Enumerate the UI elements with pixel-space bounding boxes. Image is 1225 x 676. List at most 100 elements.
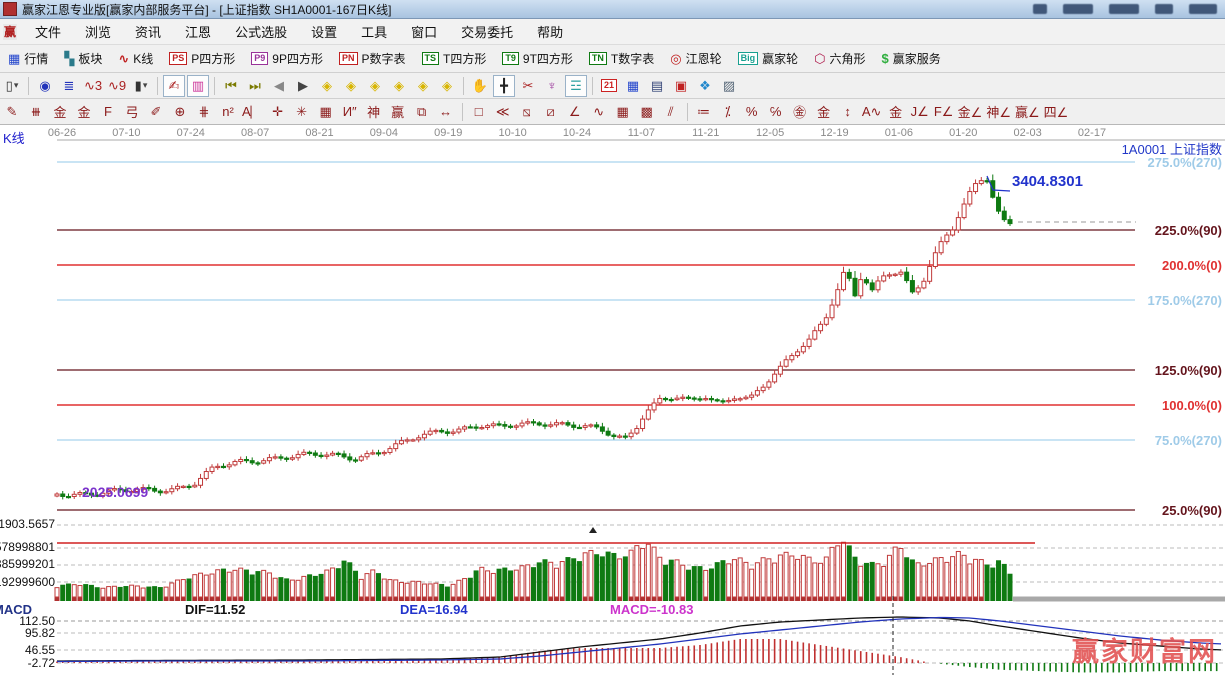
candle-style-dropdown-icon[interactable]: ▮ [130, 75, 152, 97]
wave-9-icon[interactable]: ∿9 [106, 75, 128, 97]
angle-lines-icon[interactable]: ∠ [564, 101, 586, 123]
angle-measure-icon[interactable]: ✂ [517, 75, 539, 97]
chart-area[interactable]: 06-26 07-10 07-24 08-07 08-21 09-04 09-19 10-10… [0, 125, 1225, 676]
restore-diamond-icon[interactable]: ◈ [436, 75, 458, 97]
menu-item-交易委托[interactable]: 交易委托 [449, 19, 525, 44]
comb-ruler-icon[interactable]: ⧻ [25, 101, 47, 123]
compass-circle-icon[interactable]: ⊕ [169, 101, 191, 123]
gold-circle-icon[interactable]: ㊎ [789, 101, 811, 123]
hash-ruler-icon[interactable]: ⋕ [193, 101, 215, 123]
gold-comb-1-icon[interactable]: 金 [49, 101, 71, 123]
ying-angle-icon[interactable]: 赢∠ [1014, 101, 1041, 123]
titlebar-link-icon[interactable] [1189, 4, 1217, 14]
menu-item-窗口[interactable]: 窗口 [399, 19, 449, 44]
star-web-icon[interactable]: ✳ [291, 101, 313, 123]
marker-pen-icon[interactable]: ✐ [145, 101, 167, 123]
notepad-icon[interactable]: ▤ [646, 75, 668, 97]
calculator-icon[interactable]: ▦ [622, 75, 644, 97]
f-comb-icon[interactable]: F [97, 101, 119, 123]
scale-left-diamond-icon[interactable]: ◈ [316, 75, 338, 97]
shen-angle-icon[interactable]: 神∠ [985, 101, 1012, 123]
wave-3-icon[interactable]: ∿3 [82, 75, 104, 97]
scale-right-diamond-icon[interactable]: ◈ [340, 75, 362, 97]
menu-item-设置[interactable]: 设置 [299, 19, 349, 44]
kline-style-dropdown-icon[interactable]: ▯ [1, 75, 23, 97]
shen-grid-icon[interactable]: 神 [363, 101, 385, 123]
crosshair-icon[interactable]: ╋ [493, 74, 515, 97]
titlebar-link-icon[interactable] [1155, 4, 1173, 14]
menu-item-工具[interactable]: 工具 [349, 19, 399, 44]
width-arrow-icon[interactable]: ↔ [435, 101, 457, 123]
menu-item-文件[interactable]: 文件 [23, 19, 73, 44]
percent-ruler-icon[interactable]: ℅ [765, 101, 787, 123]
colored-chart-icon[interactable]: ▥ [187, 74, 209, 97]
percent-icon[interactable]: % [741, 101, 763, 123]
titlebar-links[interactable] [1033, 4, 1217, 14]
gong-comb-icon[interactable]: 弓 [121, 101, 143, 123]
titlebar-link-icon[interactable] [1109, 4, 1139, 14]
quote-button[interactable]: ▦ 行情 [0, 50, 56, 67]
hexagon-button[interactable]: ⬡ 六角形 [806, 50, 873, 67]
p-number-button[interactable]: PN P数字表 [331, 50, 414, 67]
pan-hand-icon[interactable]: ✋ [469, 75, 491, 97]
t-square-button[interactable]: TS T四方形 [414, 50, 495, 67]
gann-tool-icon[interactable]: ♆ [541, 75, 563, 97]
menu-item-公式选股[interactable]: 公式选股 [223, 19, 299, 44]
sector-button[interactable]: ▚ 板块 [56, 50, 110, 67]
smart-analysis-icon[interactable]: ☲ [565, 74, 587, 97]
web-grid-icon[interactable]: ▦ [315, 101, 337, 123]
gann-grid-icon[interactable]: ▦ [612, 101, 634, 123]
percent-line-icon[interactable]: ⁒ [717, 101, 739, 123]
circle-cross-icon[interactable]: ✛ [267, 101, 289, 123]
n-squared-icon[interactable]: n² [217, 101, 239, 123]
dynamic-draw-icon[interactable]: ✍ [163, 74, 185, 97]
menu-item-浏览[interactable]: 浏览 [73, 19, 123, 44]
winner-wheel-button[interactable]: Big 赢家轮 [730, 50, 807, 67]
ruler-123-icon[interactable]: ⧉ [411, 101, 433, 123]
a-divider-icon[interactable]: A⎸ [241, 101, 265, 123]
t-number-button[interactable]: TN T数字表 [581, 50, 662, 67]
ying-grid-icon[interactable]: 赢 [387, 101, 409, 123]
last-bar-icon[interactable]: ⏭ [244, 75, 266, 97]
j-angle-icon[interactable]: J∠ [909, 101, 931, 123]
next-bar-icon[interactable]: ▶ [292, 75, 314, 97]
titlebar-link-icon[interactable] [1033, 4, 1047, 14]
a-wave-icon[interactable]: A∿ [861, 101, 883, 123]
zoom-out-diamond-icon[interactable]: ◈ [388, 75, 410, 97]
gann-grid-2-icon[interactable]: ▩ [636, 101, 658, 123]
level-list-icon[interactable]: ≔ [693, 101, 715, 123]
compress-diamond-icon[interactable]: ◈ [412, 75, 434, 97]
parallel-lines-icon[interactable]: ⫽ [660, 101, 682, 123]
first-bar-icon[interactable]: ⏮ [220, 75, 242, 97]
network-icon[interactable]: ❖ [694, 75, 716, 97]
menu-item-资讯[interactable]: 资讯 [123, 19, 173, 44]
p-square-button[interactable]: PS P四方形 [161, 50, 243, 67]
updown-pencil-icon[interactable]: ↕ [837, 101, 859, 123]
f-angle-icon[interactable]: F∠ [933, 101, 955, 123]
diag-box-icon[interactable]: ⧄ [540, 101, 562, 123]
menu-item-帮助[interactable]: 帮助 [525, 19, 575, 44]
gann-wheel-button[interactable]: ◎ 江恩轮 [662, 50, 729, 67]
zigzag-icon[interactable]: ∿ [588, 101, 610, 123]
p9-square-button[interactable]: P9 9P四方形 [243, 50, 331, 67]
kline-chart-canvas[interactable]: 06-26 07-10 07-24 08-07 08-21 09-04 09-19 10-10… [0, 125, 1225, 676]
si-angle-icon[interactable]: 四∠ [1043, 101, 1070, 123]
gold-angle-icon[interactable]: 金∠ [957, 101, 984, 123]
box-frame-icon[interactable]: □ [468, 101, 490, 123]
kline-button[interactable]: ∿ K线 [110, 50, 161, 67]
calendar-icon[interactable]: 21 [598, 75, 620, 97]
gold-underline-icon[interactable]: 金 [885, 101, 907, 123]
t9-square-button[interactable]: T9 9T四方形 [494, 50, 581, 67]
window-layout-icon[interactable]: ◉ [34, 75, 56, 97]
menu-item-江恩[interactable]: 江恩 [173, 19, 223, 44]
gold-comb-2-icon[interactable]: 金 [73, 101, 95, 123]
pencil-tool-icon[interactable]: ✎ [1, 101, 23, 123]
gold-line-icon[interactable]: 金 [813, 101, 835, 123]
yi-quote-icon[interactable]: И″ [339, 101, 361, 123]
prev-bar-icon[interactable]: ◀ [268, 75, 290, 97]
fan-box-icon[interactable]: ⧅ [516, 101, 538, 123]
titlebar-link-icon[interactable] [1063, 4, 1093, 14]
print-icon[interactable]: ▨ [718, 75, 740, 97]
corner-rays-icon[interactable]: ≪ [492, 101, 514, 123]
zoom-in-diamond-icon[interactable]: ◈ [364, 75, 386, 97]
